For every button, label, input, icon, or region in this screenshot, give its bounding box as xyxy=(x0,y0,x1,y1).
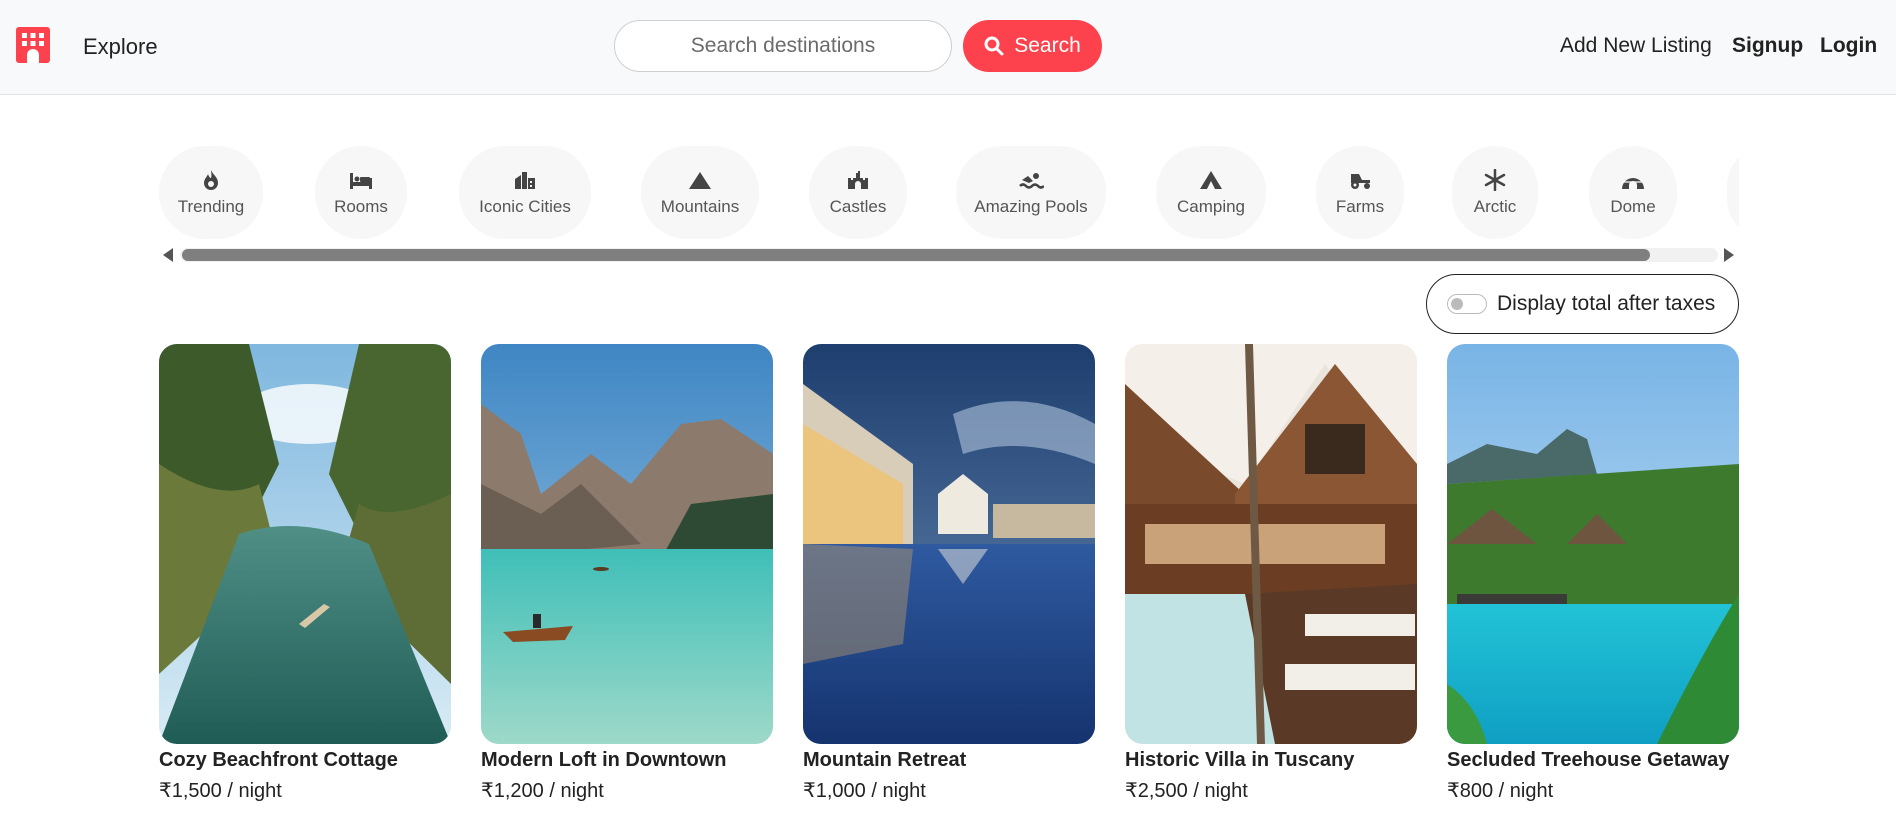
filter-camping[interactable]: Camping xyxy=(1156,146,1266,239)
filter-label: Mountains xyxy=(660,196,740,216)
explore-link[interactable]: Explore xyxy=(83,34,158,60)
listing-card[interactable]: Mountain Retreat ₹1,000 / night xyxy=(803,344,1095,802)
filter-rooms[interactable]: Rooms xyxy=(315,146,407,239)
filter-label: Castles xyxy=(829,196,887,216)
building-icon[interactable] xyxy=(13,24,53,64)
filter-iconic-cities[interactable]: Iconic Cities xyxy=(459,146,591,239)
listing-price: ₹1,000 / night xyxy=(803,780,926,802)
listing-title[interactable]: Cozy Beachfront Cottage xyxy=(159,749,398,772)
tropical-palm-lagoon-photo[interactable] xyxy=(159,344,451,744)
swimmer-icon xyxy=(1019,172,1044,189)
bed-icon xyxy=(350,172,372,189)
wooden-lodge-pool-photo[interactable] xyxy=(1125,344,1417,744)
filter-label: Camping xyxy=(1176,196,1246,216)
city-icon xyxy=(515,171,535,189)
filter-castles[interactable]: Castles xyxy=(809,146,907,239)
tax-switch[interactable] xyxy=(1447,294,1487,314)
snowflake-icon xyxy=(1484,168,1506,191)
listing-card[interactable]: Historic Villa in Tuscany ₹2,500 / night xyxy=(1125,344,1417,802)
resort-pool-reflection-photo[interactable] xyxy=(803,344,1095,744)
mountain-lake-boat-photo[interactable] xyxy=(481,344,773,744)
tropical-resort-pool-photo[interactable] xyxy=(1447,344,1739,744)
add-listing-link[interactable]: Add New Listing xyxy=(1560,34,1712,58)
tax-toggle-label: Display total after taxes xyxy=(1497,292,1716,315)
listing-card[interactable]: Modern Loft in Downtown ₹1,200 / night xyxy=(481,344,773,802)
search-button[interactable]: Search xyxy=(963,20,1102,72)
listing-card[interactable]: Secluded Treehouse Getaway ₹800 / night xyxy=(1447,344,1739,802)
filter-mountains[interactable]: Mountains xyxy=(641,146,759,239)
filter-arctic[interactable]: Arctic xyxy=(1452,146,1538,239)
filter-label: Farms xyxy=(1335,196,1385,216)
listing-price: ₹2,500 / night xyxy=(1125,780,1248,802)
igloo-icon xyxy=(1622,177,1644,189)
search-input[interactable] xyxy=(614,20,952,72)
filter-label: Arctic xyxy=(1473,196,1517,216)
listing-price: ₹1,500 / night xyxy=(159,780,282,802)
listing-title[interactable]: Mountain Retreat xyxy=(803,749,966,772)
tax-toggle[interactable]: Display total after taxes xyxy=(1426,274,1739,334)
filter-label: Amazing Pools xyxy=(974,196,1088,216)
listing-price: ₹1,200 / night xyxy=(481,780,604,802)
signup-link[interactable]: Signup xyxy=(1732,34,1803,58)
tent-icon xyxy=(1200,170,1222,189)
mountain-icon xyxy=(689,171,711,189)
filter-label: Dome xyxy=(1610,196,1656,216)
scroll-left-arrow[interactable] xyxy=(163,248,173,262)
filter-label: Trending xyxy=(177,196,245,216)
tractor-icon xyxy=(1351,173,1370,189)
castle-icon xyxy=(848,170,868,189)
tax-switch-knob xyxy=(1451,298,1463,310)
fire-icon xyxy=(204,169,218,190)
filter-farms[interactable]: Farms xyxy=(1316,146,1404,239)
listing-card[interactable]: Cozy Beachfront Cottage ₹1,500 / night xyxy=(159,344,451,802)
search-button-label: Search xyxy=(1014,34,1081,57)
filter-amazing-pools[interactable]: Amazing Pools xyxy=(956,146,1106,239)
scroll-right-arrow[interactable] xyxy=(1724,248,1734,262)
search-icon xyxy=(984,36,1004,56)
filter-next-partial[interactable] xyxy=(1727,146,1739,239)
filter-trending[interactable]: Trending xyxy=(159,146,263,239)
navbar: Explore Search Add New Listing Signup Lo… xyxy=(0,0,1896,95)
filter-label: Rooms xyxy=(334,196,388,216)
filter-bar: Trending Rooms Iconic Cities Mountains C… xyxy=(159,146,1739,241)
login-link[interactable]: Login xyxy=(1820,34,1877,58)
listing-title[interactable]: Secluded Treehouse Getaway xyxy=(1447,749,1729,772)
filter-label: Iconic Cities xyxy=(479,196,571,216)
listing-price: ₹800 / night xyxy=(1447,780,1554,802)
filter-scrollbar-thumb[interactable] xyxy=(182,249,1650,261)
listing-title[interactable]: Modern Loft in Downtown xyxy=(481,749,727,772)
filter-dome[interactable]: Dome xyxy=(1589,146,1677,239)
listing-title[interactable]: Historic Villa in Tuscany xyxy=(1125,749,1354,772)
